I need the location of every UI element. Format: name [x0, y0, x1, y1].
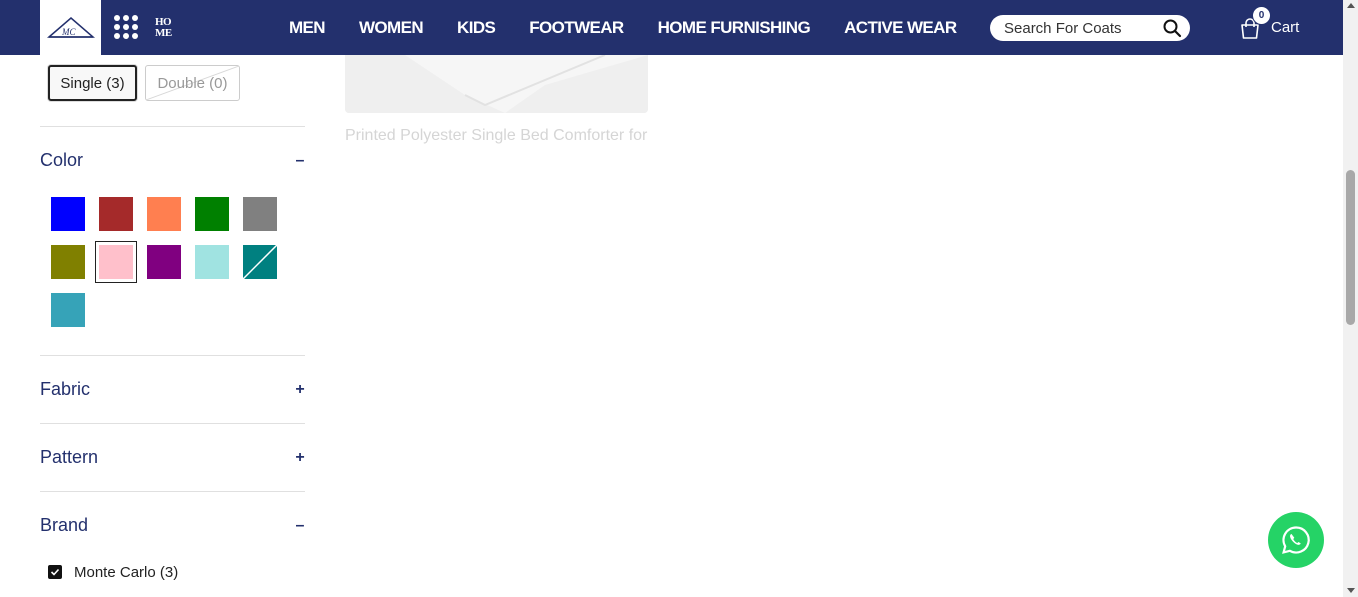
color-swatch-brown[interactable]: [99, 197, 133, 231]
brand-logo[interactable]: MC: [40, 0, 101, 55]
scroll-down-arrow-icon[interactable]: [1347, 588, 1355, 593]
filter-divider: [40, 126, 305, 127]
page-scrollbar[interactable]: [1343, 0, 1358, 597]
nav-men[interactable]: MEN: [289, 18, 326, 38]
color-swatch-cyan-blue[interactable]: [51, 293, 85, 327]
svg-text:MC: MC: [61, 27, 76, 37]
home-logo-bottom: ME: [155, 27, 172, 39]
checkbox-checked-icon[interactable]: [48, 565, 62, 579]
cart-count-badge: 0: [1252, 6, 1271, 25]
product-title[interactable]: Printed Polyester Single Bed Comforter f…: [345, 127, 655, 145]
main-nav: MEN WOMEN KIDS FOOTWEAR HOME FURNISHING …: [289, 0, 991, 55]
filter-divider: [40, 355, 305, 356]
color-swatch-pink[interactable]: [95, 241, 137, 283]
apps-grid-icon[interactable]: [114, 15, 138, 39]
filter-divider: [40, 491, 305, 492]
color-swatch-teal[interactable]: [242, 244, 278, 280]
whatsapp-chat-button[interactable]: [1268, 512, 1324, 568]
home-logo[interactable]: HO ME: [155, 17, 172, 39]
cart-label: Cart: [1271, 19, 1300, 36]
search-box: [990, 15, 1190, 41]
nav-kids[interactable]: KIDS: [457, 18, 496, 38]
whatsapp-icon: [1282, 526, 1310, 554]
brand-option-monte-carlo[interactable]: Monte Carlo (3): [48, 563, 178, 581]
nav-active-wear[interactable]: ACTIVE WEAR: [844, 18, 957, 38]
search-icon[interactable]: [1162, 18, 1182, 38]
nav-home-furnishing[interactable]: HOME FURNISHING: [658, 18, 811, 38]
size-option-single[interactable]: Single (3): [48, 65, 137, 101]
size-option-double[interactable]: Double (0): [145, 65, 240, 101]
top-header: MC HO ME MEN WOMEN KIDS FOOTWEAR HOME FU…: [0, 0, 1343, 55]
brand-filter-title[interactable]: Brand: [40, 515, 88, 536]
color-swatch-aqua[interactable]: [195, 245, 229, 279]
nav-women[interactable]: WOMEN: [359, 18, 424, 38]
color-swatch-blue[interactable]: [51, 197, 85, 231]
color-swatch-purple[interactable]: [147, 245, 181, 279]
pattern-filter-title[interactable]: Pattern: [40, 447, 98, 468]
scroll-up-arrow-icon[interactable]: [1347, 3, 1355, 8]
product-image[interactable]: [345, 55, 648, 113]
collapse-icon[interactable]: –: [293, 153, 307, 169]
expand-icon[interactable]: +: [293, 450, 307, 466]
color-swatch-olive[interactable]: [51, 245, 85, 279]
fabric-filter-title[interactable]: Fabric: [40, 379, 90, 400]
color-swatch-coral[interactable]: [147, 197, 181, 231]
collapse-icon[interactable]: –: [293, 518, 307, 534]
expand-icon[interactable]: +: [293, 382, 307, 398]
unavailable-slash-icon: [242, 244, 278, 280]
color-filter-title[interactable]: Color: [40, 150, 83, 171]
search-input[interactable]: [1004, 18, 1154, 38]
product-image-placeholder: [345, 55, 648, 113]
brand-option-label: Monte Carlo (3): [74, 563, 179, 581]
brand-logo-icon: MC: [46, 16, 95, 38]
size-option-double-label: Double (0): [157, 74, 228, 92]
nav-footwear[interactable]: FOOTWEAR: [529, 18, 624, 38]
color-swatch-grey[interactable]: [243, 197, 277, 231]
filter-divider: [40, 423, 305, 424]
scrollbar-thumb[interactable]: [1346, 170, 1355, 325]
cart-button[interactable]: 0 Cart: [1238, 6, 1308, 45]
color-swatch-green[interactable]: [195, 197, 229, 231]
